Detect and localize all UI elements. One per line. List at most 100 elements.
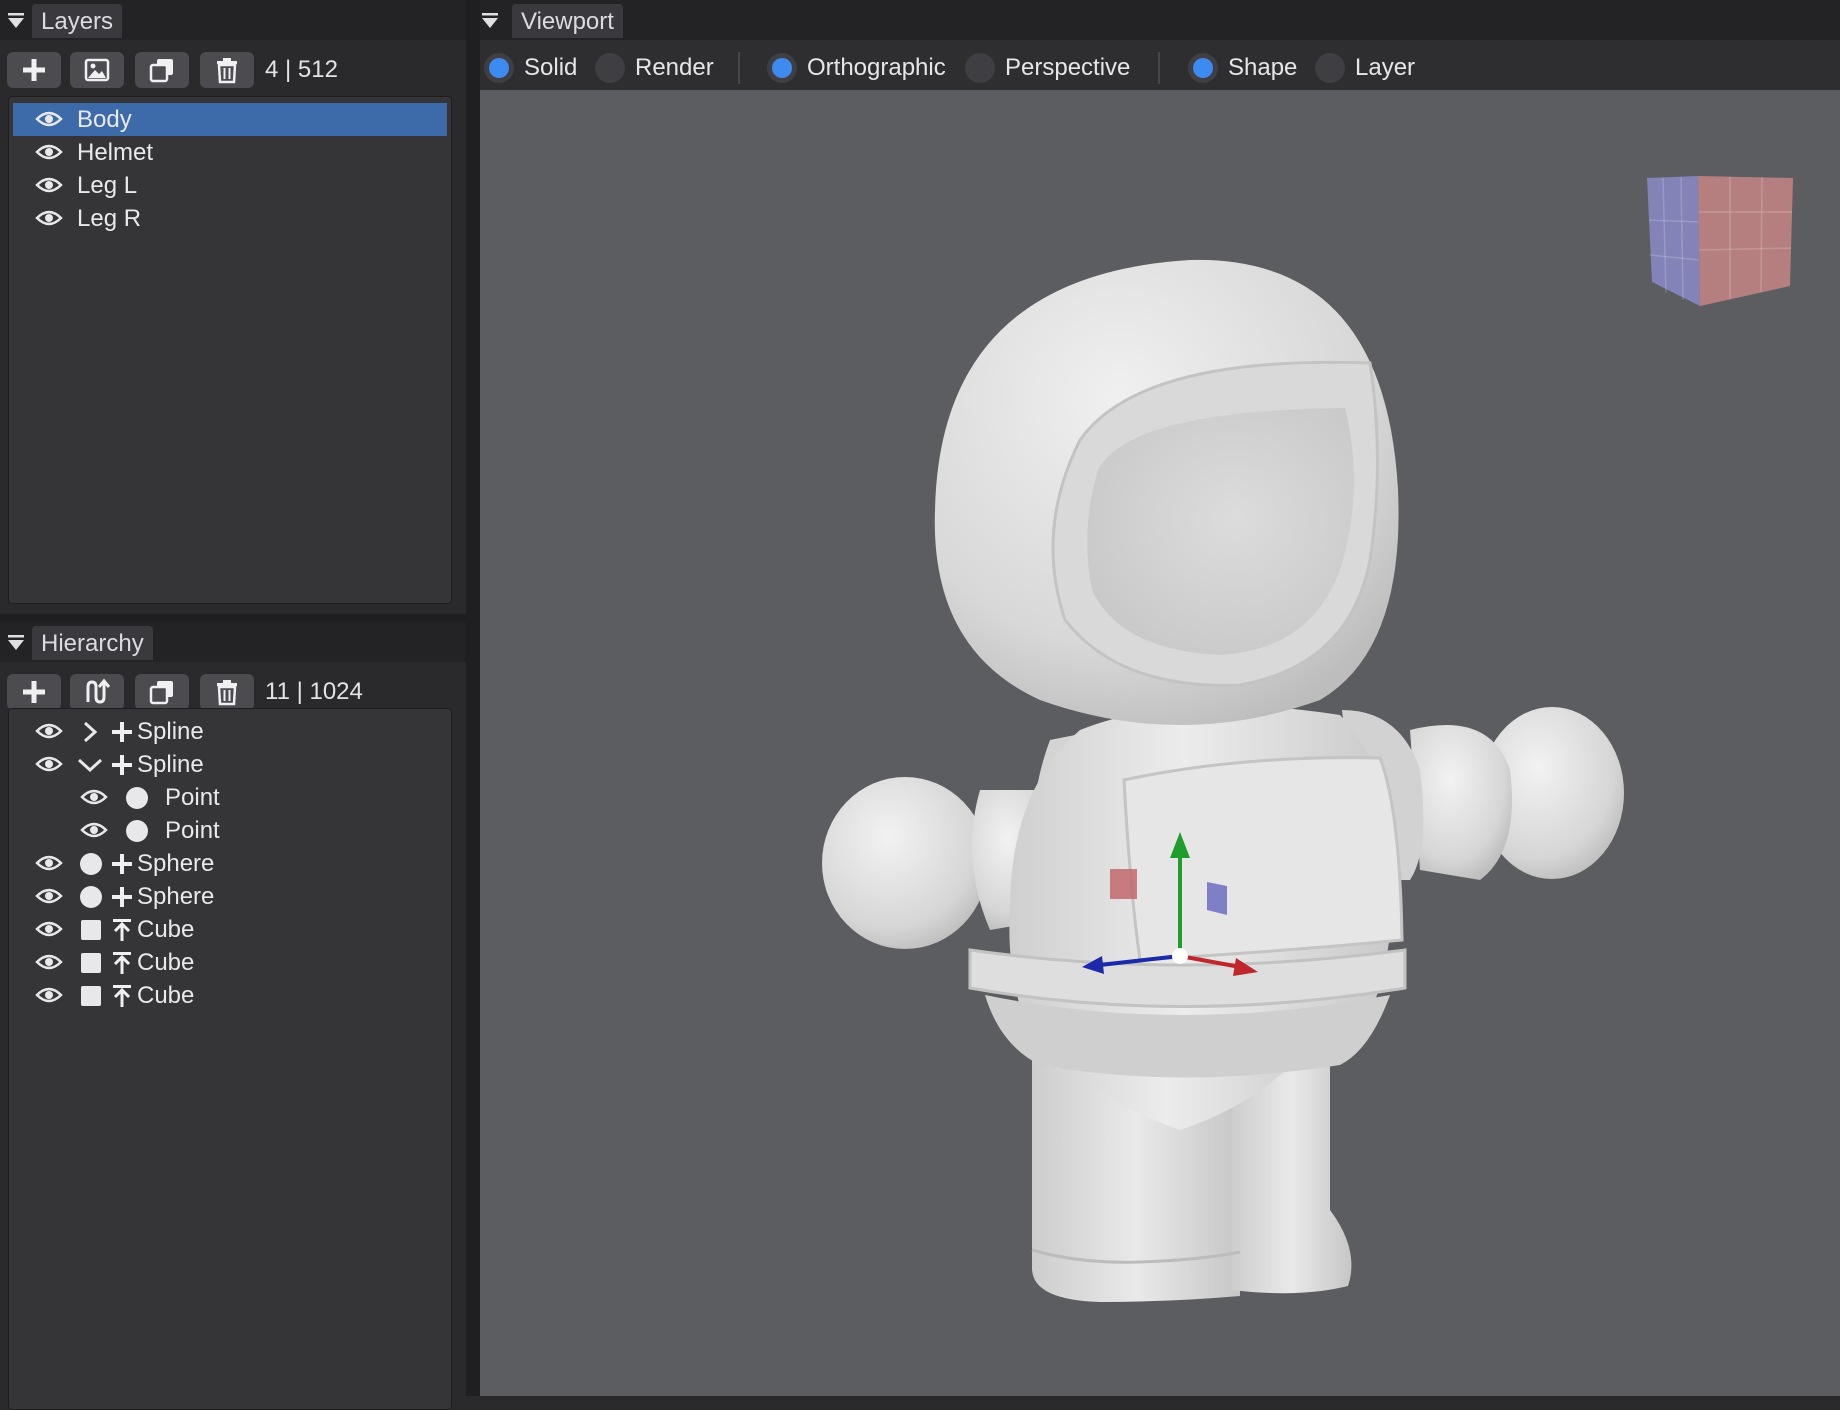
layers-toolbar: 4 | 512 [0, 42, 466, 98]
arm-right[interactable] [1410, 725, 1512, 880]
cube-shape-icon [81, 920, 101, 940]
radio-dot [1315, 53, 1345, 83]
tree-row[interactable]: Spline [13, 748, 447, 781]
eye-icon[interactable] [35, 208, 63, 228]
duplicate-icon [149, 59, 173, 83]
radio-dot [1188, 53, 1218, 83]
cube-shape-icon [81, 986, 101, 1006]
hierarchy-tab[interactable]: Hierarchy [32, 626, 153, 660]
tree-row[interactable]: Spline [13, 715, 447, 748]
hand-left[interactable] [822, 777, 988, 949]
layer-label: Body [77, 106, 132, 133]
spline-icon [86, 678, 111, 704]
arrow-up-bar-icon [113, 919, 131, 941]
tree-row[interactable]: Sphere [13, 847, 447, 880]
tree-row[interactable]: Point [13, 781, 447, 814]
image-icon [84, 58, 110, 82]
vertical-splitter[interactable] [466, 0, 480, 1396]
add-spline-button[interactable] [70, 674, 124, 710]
gizmo-plane-xz[interactable] [1110, 869, 1137, 899]
layer-row[interactable]: Leg L [13, 169, 447, 202]
viewport-tab[interactable]: Viewport [512, 4, 623, 38]
chevron-down-icon[interactable] [77, 756, 103, 774]
radio-dot [595, 53, 625, 83]
cube-shape-icon [81, 953, 101, 973]
tree-label: Cube [137, 916, 195, 943]
tree-label: Sphere [137, 883, 215, 910]
chevron-right-icon[interactable] [81, 721, 99, 743]
eye-icon[interactable] [35, 721, 63, 741]
layers-list: Body Helmet Leg L Leg R [8, 96, 452, 604]
eye-icon[interactable] [35, 175, 63, 195]
layer-row[interactable]: Helmet [13, 136, 447, 169]
collapse-triangle-icon[interactable] [6, 12, 26, 30]
duplicate-icon [149, 681, 173, 705]
layer-row[interactable]: Leg R [13, 202, 447, 235]
eye-icon[interactable] [35, 985, 63, 1005]
gizmo-plane-yz[interactable] [1207, 882, 1227, 915]
collapse-triangle-icon[interactable] [480, 12, 500, 30]
sphere-shape-icon [80, 853, 102, 875]
panel-divider[interactable] [0, 614, 466, 622]
add-icon [23, 681, 45, 703]
layers-panel-header: Layers [0, 0, 466, 40]
duplicate-layer-button[interactable] [135, 52, 189, 88]
hierarchy-panel: Hierarchy 11 | 1024 Spline Spline Point … [0, 622, 466, 1410]
radio-label: Solid [524, 54, 578, 81]
radio-dot [484, 53, 514, 83]
eye-icon[interactable] [35, 754, 63, 774]
astronaut-model[interactable] [822, 259, 1624, 1302]
tree-row[interactable]: Cube [13, 913, 447, 946]
tree-row[interactable]: Sphere [13, 880, 447, 913]
duplicate-node-button[interactable] [135, 674, 189, 710]
chest-panel[interactable] [1122, 756, 1404, 962]
hierarchy-panel-header: Hierarchy [0, 622, 466, 662]
delete-layer-button[interactable] [200, 52, 254, 88]
sphere-shape-icon [80, 886, 102, 908]
eye-icon[interactable] [35, 109, 63, 129]
eye-icon[interactable] [35, 952, 63, 972]
eye-icon[interactable] [80, 820, 108, 840]
eye-icon[interactable] [35, 919, 63, 939]
add-layer-button[interactable] [7, 52, 61, 88]
tree-label: Cube [137, 982, 195, 1009]
tree-label: Spline [137, 718, 204, 745]
toolbar-separator [738, 52, 740, 84]
plus-icon [112, 854, 132, 874]
eye-icon[interactable] [35, 142, 63, 162]
scene-view[interactable] [480, 90, 1840, 1396]
layers-tab[interactable]: Layers [32, 4, 123, 38]
tree-row[interactable]: Cube [13, 946, 447, 979]
delete-node-button[interactable] [200, 674, 254, 710]
radio-dot [767, 53, 797, 83]
tree-row[interactable]: Cube [13, 979, 447, 1012]
layer-label: Leg L [77, 172, 138, 199]
trash-icon [217, 680, 237, 706]
add-node-button[interactable] [7, 674, 61, 710]
radio-label: Layer [1355, 54, 1416, 81]
tree-label: Cube [137, 949, 195, 976]
plus-icon [112, 755, 132, 775]
tree-label: Sphere [137, 850, 215, 877]
gizmo-center[interactable] [1172, 948, 1188, 964]
tree-label: Point [165, 817, 220, 844]
eye-icon[interactable] [80, 787, 108, 807]
eye-icon[interactable] [35, 886, 63, 906]
layer-label: Leg R [77, 205, 142, 232]
add-image-layer-button[interactable] [70, 52, 124, 88]
layer-label: Helmet [77, 139, 154, 166]
viewport-canvas[interactable] [480, 90, 1840, 1396]
tree-row[interactable]: Point [13, 814, 447, 847]
hierarchy-tree: Spline Spline Point Point Sphere Sphere … [8, 708, 452, 1410]
tree-label: Point [165, 784, 220, 811]
collapse-triangle-icon[interactable] [6, 634, 26, 652]
tree-label: Spline [137, 751, 204, 778]
layer-row[interactable]: Body [13, 103, 447, 136]
trash-icon [217, 58, 237, 84]
radio-label: Shape [1228, 54, 1298, 81]
plus-icon [112, 887, 132, 907]
orientation-cube[interactable] [1647, 176, 1793, 306]
eye-icon[interactable] [35, 853, 63, 873]
viewport-toolbar: Solid Render Orthographic Perspective Sh… [480, 42, 1840, 90]
radio-label: Orthographic [807, 54, 946, 81]
